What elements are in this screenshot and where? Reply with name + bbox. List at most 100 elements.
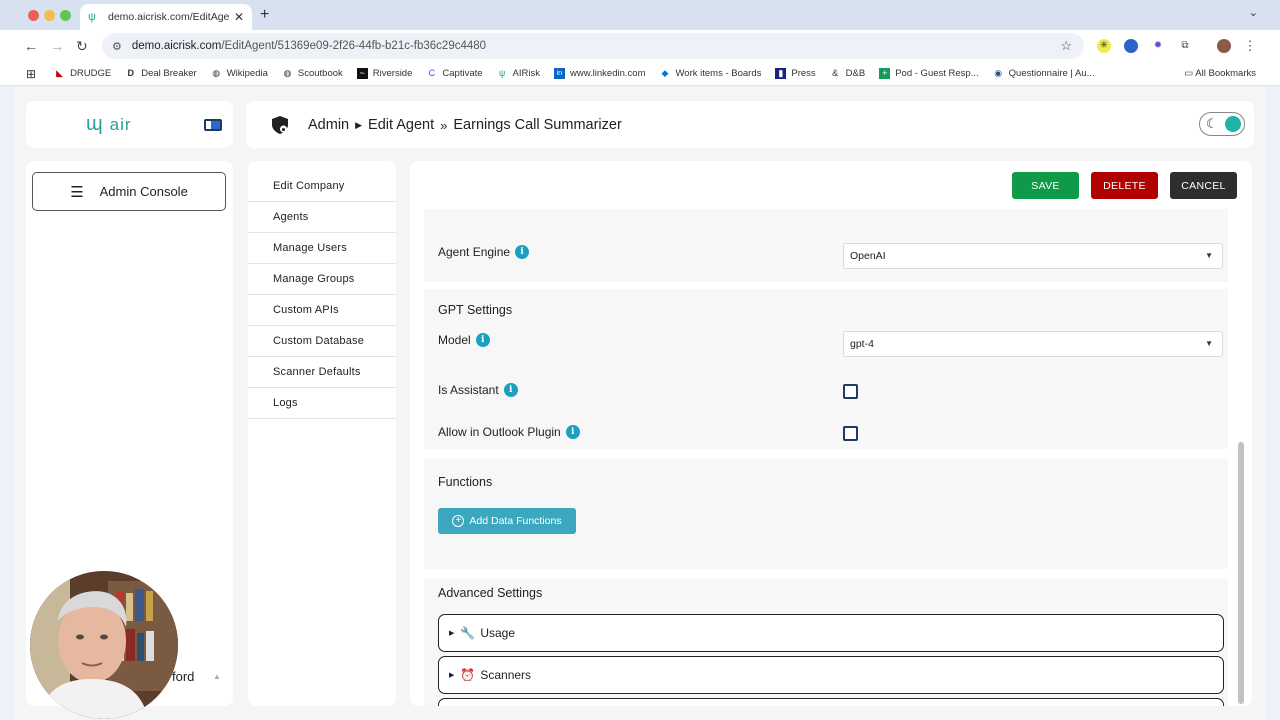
plus-circle-icon: +	[452, 515, 465, 527]
is-assistant-label: Is Assistant i	[438, 383, 518, 397]
browser-tab[interactable]: ψ demo.aicrisk.com/EditAgent/ ✕	[80, 4, 252, 30]
url-path: /EditAgent/51369e09-2f26-44fb-b21c-fb36c…	[221, 40, 487, 52]
model-select[interactable]: gpt-4 ▼	[843, 331, 1223, 357]
bookmark-press[interactable]: ▮ Press	[775, 68, 816, 79]
user-menu-caret-icon[interactable]: ▲	[213, 672, 221, 681]
address-bar[interactable]: ⚙ demo.aicrisk.com /EditAgent/51369e09-2…	[102, 33, 1084, 59]
browser-toolbar: ← → ↻ ⚙ demo.aicrisk.com /EditAgent/5136…	[0, 30, 1280, 62]
hamburger-menu-icon: ☰	[70, 183, 84, 201]
site-favicon-icon: ψ	[88, 11, 96, 23]
bookmark-deal-breaker[interactable]: D Deal Breaker	[125, 68, 196, 79]
azure-boards-icon: ◆	[661, 68, 669, 78]
air-logo[interactable]: ɰ air	[86, 113, 132, 136]
admin-console-button[interactable]: ☰ Admin Console	[32, 172, 226, 211]
toggle-knob	[1225, 116, 1241, 132]
next-accordion[interactable]	[438, 698, 1224, 706]
eye-icon: ◉	[994, 68, 1003, 78]
browser-window: ψ demo.aicrisk.com/EditAgent/ ✕ + ⌄ ← → …	[0, 0, 1280, 720]
maximize-window-button[interactable]	[60, 10, 71, 21]
wrench-icon: 🔧	[460, 626, 476, 640]
bookmark-captivate[interactable]: C Captivate	[426, 68, 483, 79]
advanced-settings-heading: Advanced Settings	[438, 586, 543, 600]
scanners-accordion[interactable]: ▶ ⏰ Scanners	[438, 656, 1224, 694]
menu-item-manage-groups[interactable]: Manage Groups	[248, 264, 396, 295]
back-arrow-icon[interactable]: ←	[24, 38, 38, 54]
airisk-icon: ψ	[498, 68, 506, 78]
functions-heading: Functions	[438, 475, 493, 489]
agent-engine-label: Agent Engine i	[438, 245, 530, 259]
bookmark-pod[interactable]: + Pod - Guest Resp...	[879, 68, 979, 79]
agent-form: SAVE DELETE CANCEL Agent Engine i OpenAI…	[410, 161, 1252, 706]
extension-3-icon[interactable]: ✹	[1151, 39, 1165, 53]
admin-menu: Edit Company Agents Manage Users Manage …	[248, 161, 396, 706]
bookmark-scoutbook[interactable]: ◍ Scoutbook	[282, 68, 342, 79]
info-icon[interactable]: i	[475, 333, 490, 347]
menu-item-agents[interactable]: Agents	[248, 202, 396, 233]
info-icon[interactable]: i	[503, 383, 518, 397]
breadcrumb-admin[interactable]: Admin	[308, 117, 349, 133]
usage-accordion[interactable]: ▶ 🔧 Usage	[438, 614, 1224, 652]
tab-close-icon[interactable]: ✕	[234, 10, 244, 24]
page-scrollbar[interactable]	[1238, 442, 1244, 704]
riverside-icon: ~	[356, 68, 368, 79]
all-bookmarks[interactable]: ▭ All Bookmarks	[1184, 68, 1256, 79]
allow-outlook-checkbox[interactable]	[843, 426, 858, 441]
sheets-icon: +	[879, 68, 891, 79]
breadcrumb-edit-agent[interactable]: Edit Agent	[368, 117, 434, 133]
bookmark-star-icon[interactable]: ☆	[1060, 38, 1072, 54]
bookmark-drudge[interactable]: ◣ DRUDGE	[54, 68, 111, 79]
user-name[interactable]: ford	[172, 669, 194, 684]
bookmark-dnb[interactable]: & D&B	[830, 68, 865, 79]
delete-button[interactable]: DELETE	[1091, 172, 1158, 199]
globe-icon: ◍	[212, 68, 221, 78]
extension-2-icon[interactable]	[1124, 39, 1138, 53]
forward-arrow-icon[interactable]: →	[50, 38, 64, 54]
menu-item-custom-database[interactable]: Custom Database	[248, 326, 396, 357]
cancel-button[interactable]: CANCEL	[1170, 172, 1237, 199]
profile-avatar-icon[interactable]	[1217, 39, 1231, 53]
extensions-puzzle-icon[interactable]: ⧉	[1178, 39, 1192, 53]
extension-1-icon[interactable]: ✳	[1097, 39, 1111, 53]
expand-triangle-icon: ▶	[449, 672, 455, 679]
site-info-icon[interactable]: ⚙	[112, 40, 122, 53]
menu-item-custom-apis[interactable]: Custom APIs	[248, 295, 396, 326]
linkedin-icon: in	[553, 68, 565, 79]
menu-item-scanner-defaults[interactable]: Scanner Defaults	[248, 357, 396, 388]
breadcrumb: Admin ▶ Edit Agent » Earnings Call Summa…	[272, 116, 622, 134]
info-icon[interactable]: i	[565, 425, 580, 439]
menu-item-logs[interactable]: Logs	[248, 388, 396, 419]
presenter-video-image	[30, 571, 178, 719]
minimize-window-button[interactable]	[44, 10, 55, 21]
sidebar-toggle-icon[interactable]	[204, 119, 222, 131]
theme-toggle[interactable]: ☾	[1199, 112, 1245, 136]
model-label: Model i	[438, 333, 490, 347]
url-host: demo.aicrisk.com	[131, 40, 222, 52]
reload-icon[interactable]: ↻	[76, 38, 88, 55]
bookmark-linkedin[interactable]: in www.linkedin.com	[553, 68, 645, 79]
allow-outlook-label: Allow in Outlook Plugin i	[438, 425, 580, 439]
menu-item-edit-company[interactable]: Edit Company	[248, 171, 396, 202]
new-tab-button[interactable]: +	[260, 6, 269, 24]
browser-menu-icon[interactable]: ⋮	[1243, 39, 1257, 53]
drudge-icon: ◣	[56, 68, 64, 78]
close-window-button[interactable]	[28, 10, 39, 21]
bookmark-work-items[interactable]: ◆ Work items - Boards	[659, 68, 762, 79]
breadcrumb-separator-icon: ▶	[355, 119, 363, 130]
dnb-icon: &	[832, 68, 839, 78]
bookmark-questionnaire[interactable]: ◉ Questionnaire | Au...	[993, 68, 1094, 79]
save-button[interactable]: SAVE	[1012, 172, 1079, 199]
agent-engine-select[interactable]: OpenAI ▼	[843, 243, 1223, 269]
bookmark-wikipedia[interactable]: ◍ Wikipedia	[211, 68, 268, 79]
expand-triangle-icon: ▶	[449, 630, 455, 637]
dropdown-caret-icon: ▼	[1205, 251, 1213, 260]
tab-search-chevron-icon[interactable]: ⌄	[1249, 6, 1258, 19]
bookmark-airisk[interactable]: ψ AIRisk	[497, 68, 540, 79]
apps-grid-icon[interactable]: ⊞	[26, 67, 36, 81]
menu-item-manage-users[interactable]: Manage Users	[248, 233, 396, 264]
info-icon[interactable]: i	[515, 245, 530, 259]
press-icon: ▮	[775, 68, 787, 79]
bookmark-riverside[interactable]: ~ Riverside	[356, 68, 412, 79]
add-data-functions-button[interactable]: + Add Data Functions	[438, 508, 576, 534]
shield-lock-icon	[272, 116, 288, 134]
is-assistant-checkbox[interactable]	[843, 384, 858, 399]
